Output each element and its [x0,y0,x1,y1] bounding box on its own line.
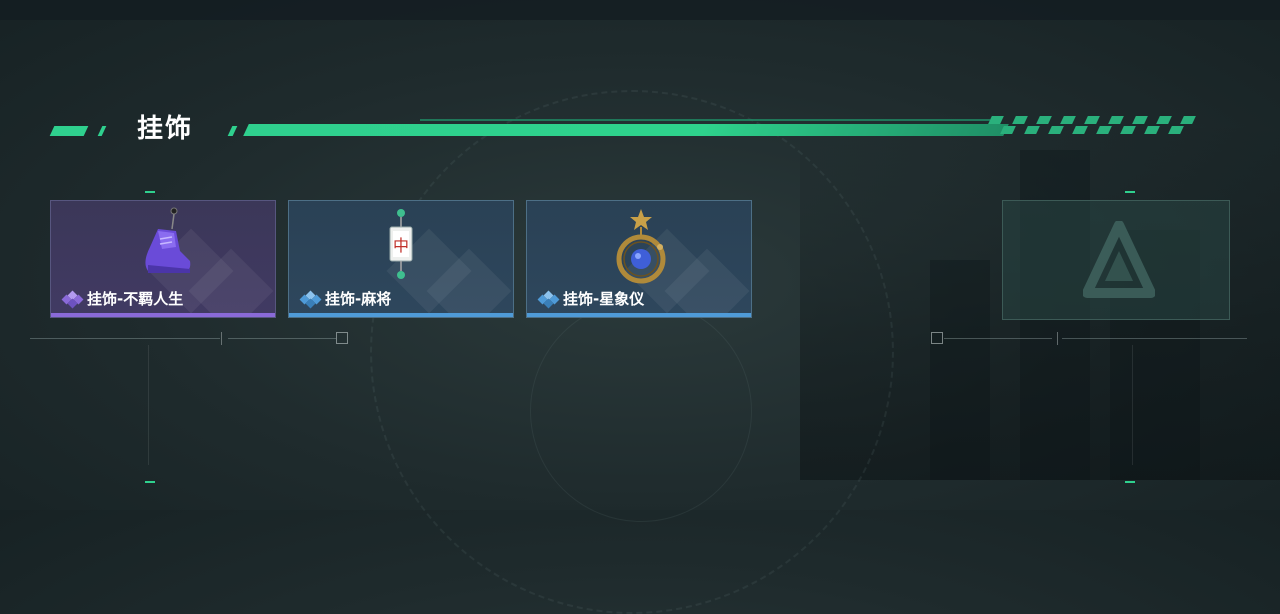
hud-vertical [148,345,149,465]
hud-line [1062,338,1247,339]
item-name: 挂饰-星象仪 [563,290,645,308]
rarity-diamond-icon [61,290,84,308]
rarity-bar [51,313,275,317]
item-name: 挂饰-麻将 [325,290,392,308]
item-label-row: 挂饰-麻将 [299,288,392,309]
header-thin-line [420,119,990,121]
hud-square [336,332,348,344]
sneaker-charm-icon [145,207,191,273]
hud-line [228,338,336,339]
corner-tick [145,481,155,483]
rarity-diamond-icon [537,290,560,308]
hud-line [944,338,1052,339]
header-stripe [227,126,238,136]
hud-line [30,338,220,339]
item-card[interactable]: 挂饰-不羁人生 [50,200,276,318]
section-title: 挂饰 [137,114,194,144]
header-stripe [49,126,89,136]
item-label-row: 挂饰-星象仪 [537,288,645,309]
hud-vertical [1132,345,1133,465]
background-ring-inner [530,300,752,522]
corner-tick [145,191,155,193]
corner-tick [1125,191,1135,193]
rarity-diamond-icon [299,290,322,308]
item-card[interactable]: 挂饰-星象仪 [526,200,752,318]
item-name: 挂饰-不羁人生 [87,290,184,308]
hud-mark [1057,332,1058,345]
mahjong-tile-charm-icon: 中 [389,209,413,279]
background-building [930,260,990,480]
item-card[interactable]: 中 挂饰-麻将 [288,200,514,318]
hud-square [931,332,943,344]
rarity-bar [527,313,751,317]
section-header: 挂饰 [0,100,1280,160]
astrolabe-charm-icon [616,209,666,284]
logo-placeholder-icon [1083,221,1155,298]
header-bar [243,124,1009,136]
empty-item-slot[interactable] [1002,200,1230,320]
header-stripe [97,126,107,136]
rarity-bar [289,313,513,317]
hud-mark [221,332,222,345]
item-label-row: 挂饰-不羁人生 [61,288,184,309]
header-checker-pattern [988,116,1200,136]
top-band [0,0,1280,20]
svg-text:中: 中 [393,236,409,255]
corner-tick [1125,481,1135,483]
